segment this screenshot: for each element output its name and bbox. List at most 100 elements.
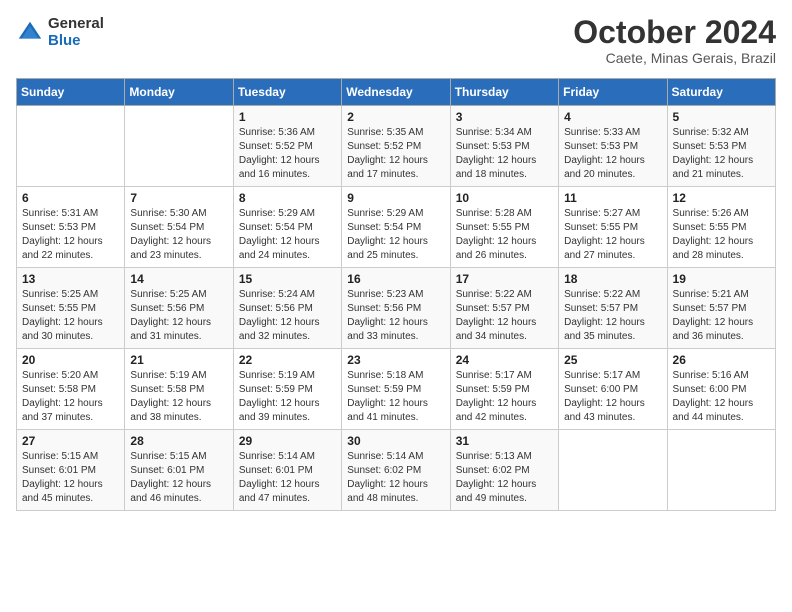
calendar-cell: 29 Sunrise: 5:14 AMSunset: 6:01 PMDaylig… — [233, 430, 341, 511]
logo-general: General — [48, 16, 104, 33]
calendar-cell — [125, 106, 233, 187]
calendar-cell: 26 Sunrise: 5:16 AMSunset: 6:00 PMDaylig… — [667, 349, 775, 430]
day-number: 30 — [347, 434, 444, 448]
calendar-cell: 12 Sunrise: 5:26 AMSunset: 5:55 PMDaylig… — [667, 187, 775, 268]
calendar-cell: 8 Sunrise: 5:29 AMSunset: 5:54 PMDayligh… — [233, 187, 341, 268]
week-row-2: 6 Sunrise: 5:31 AMSunset: 5:53 PMDayligh… — [17, 187, 776, 268]
day-number: 7 — [130, 191, 227, 205]
day-detail: Sunrise: 5:20 AMSunset: 5:58 PMDaylight:… — [22, 369, 119, 425]
month-title: October 2024 — [573, 16, 776, 48]
day-detail: Sunrise: 5:25 AMSunset: 5:56 PMDaylight:… — [130, 288, 227, 344]
header-day-tuesday: Tuesday — [233, 79, 341, 106]
header-row: SundayMondayTuesdayWednesdayThursdayFrid… — [17, 79, 776, 106]
day-detail: Sunrise: 5:15 AMSunset: 6:01 PMDaylight:… — [130, 450, 227, 506]
calendar-cell: 10 Sunrise: 5:28 AMSunset: 5:55 PMDaylig… — [450, 187, 558, 268]
day-detail: Sunrise: 5:31 AMSunset: 5:53 PMDaylight:… — [22, 207, 119, 263]
day-number: 12 — [673, 191, 770, 205]
day-detail: Sunrise: 5:18 AMSunset: 5:59 PMDaylight:… — [347, 369, 444, 425]
calendar-cell: 4 Sunrise: 5:33 AMSunset: 5:53 PMDayligh… — [559, 106, 667, 187]
week-row-5: 27 Sunrise: 5:15 AMSunset: 6:01 PMDaylig… — [17, 430, 776, 511]
day-detail: Sunrise: 5:29 AMSunset: 5:54 PMDaylight:… — [347, 207, 444, 263]
day-number: 17 — [456, 272, 553, 286]
header-day-sunday: Sunday — [17, 79, 125, 106]
week-row-1: 1 Sunrise: 5:36 AMSunset: 5:52 PMDayligh… — [17, 106, 776, 187]
header-day-monday: Monday — [125, 79, 233, 106]
header-day-friday: Friday — [559, 79, 667, 106]
logo-text: General Blue — [48, 16, 104, 49]
logo-blue: Blue — [48, 33, 104, 50]
header-day-saturday: Saturday — [667, 79, 775, 106]
day-number: 14 — [130, 272, 227, 286]
day-number: 8 — [239, 191, 336, 205]
day-number: 16 — [347, 272, 444, 286]
day-detail: Sunrise: 5:27 AMSunset: 5:55 PMDaylight:… — [564, 207, 661, 263]
calendar-cell: 24 Sunrise: 5:17 AMSunset: 5:59 PMDaylig… — [450, 349, 558, 430]
calendar-cell: 17 Sunrise: 5:22 AMSunset: 5:57 PMDaylig… — [450, 268, 558, 349]
day-number: 4 — [564, 110, 661, 124]
calendar-body: 1 Sunrise: 5:36 AMSunset: 5:52 PMDayligh… — [17, 106, 776, 511]
calendar-cell: 21 Sunrise: 5:19 AMSunset: 5:58 PMDaylig… — [125, 349, 233, 430]
day-detail: Sunrise: 5:16 AMSunset: 6:00 PMDaylight:… — [673, 369, 770, 425]
day-number: 2 — [347, 110, 444, 124]
page-header: General Blue October 2024 Caete, Minas G… — [16, 16, 776, 66]
calendar-cell: 20 Sunrise: 5:20 AMSunset: 5:58 PMDaylig… — [17, 349, 125, 430]
day-number: 3 — [456, 110, 553, 124]
calendar-cell: 31 Sunrise: 5:13 AMSunset: 6:02 PMDaylig… — [450, 430, 558, 511]
calendar-cell: 1 Sunrise: 5:36 AMSunset: 5:52 PMDayligh… — [233, 106, 341, 187]
logo: General Blue — [16, 16, 104, 49]
day-detail: Sunrise: 5:17 AMSunset: 5:59 PMDaylight:… — [456, 369, 553, 425]
logo-icon — [16, 19, 44, 47]
calendar-cell: 5 Sunrise: 5:32 AMSunset: 5:53 PMDayligh… — [667, 106, 775, 187]
day-number: 22 — [239, 353, 336, 367]
day-detail: Sunrise: 5:33 AMSunset: 5:53 PMDaylight:… — [564, 126, 661, 182]
day-detail: Sunrise: 5:28 AMSunset: 5:55 PMDaylight:… — [456, 207, 553, 263]
calendar-cell: 6 Sunrise: 5:31 AMSunset: 5:53 PMDayligh… — [17, 187, 125, 268]
day-detail: Sunrise: 5:22 AMSunset: 5:57 PMDaylight:… — [456, 288, 553, 344]
title-block: October 2024 Caete, Minas Gerais, Brazil — [573, 16, 776, 66]
day-number: 15 — [239, 272, 336, 286]
day-number: 27 — [22, 434, 119, 448]
day-detail: Sunrise: 5:15 AMSunset: 6:01 PMDaylight:… — [22, 450, 119, 506]
calendar-cell: 13 Sunrise: 5:25 AMSunset: 5:55 PMDaylig… — [17, 268, 125, 349]
calendar-cell — [667, 430, 775, 511]
day-detail: Sunrise: 5:32 AMSunset: 5:53 PMDaylight:… — [673, 126, 770, 182]
calendar-cell: 30 Sunrise: 5:14 AMSunset: 6:02 PMDaylig… — [342, 430, 450, 511]
day-detail: Sunrise: 5:22 AMSunset: 5:57 PMDaylight:… — [564, 288, 661, 344]
day-number: 13 — [22, 272, 119, 286]
week-row-4: 20 Sunrise: 5:20 AMSunset: 5:58 PMDaylig… — [17, 349, 776, 430]
day-number: 23 — [347, 353, 444, 367]
calendar-cell: 23 Sunrise: 5:18 AMSunset: 5:59 PMDaylig… — [342, 349, 450, 430]
day-detail: Sunrise: 5:19 AMSunset: 5:59 PMDaylight:… — [239, 369, 336, 425]
day-number: 5 — [673, 110, 770, 124]
calendar-cell — [559, 430, 667, 511]
day-number: 21 — [130, 353, 227, 367]
day-number: 1 — [239, 110, 336, 124]
location: Caete, Minas Gerais, Brazil — [573, 50, 776, 66]
day-number: 9 — [347, 191, 444, 205]
header-day-wednesday: Wednesday — [342, 79, 450, 106]
day-number: 10 — [456, 191, 553, 205]
calendar-cell: 27 Sunrise: 5:15 AMSunset: 6:01 PMDaylig… — [17, 430, 125, 511]
calendar-cell: 7 Sunrise: 5:30 AMSunset: 5:54 PMDayligh… — [125, 187, 233, 268]
day-number: 25 — [564, 353, 661, 367]
calendar-cell: 9 Sunrise: 5:29 AMSunset: 5:54 PMDayligh… — [342, 187, 450, 268]
day-detail: Sunrise: 5:29 AMSunset: 5:54 PMDaylight:… — [239, 207, 336, 263]
calendar-cell: 18 Sunrise: 5:22 AMSunset: 5:57 PMDaylig… — [559, 268, 667, 349]
calendar-cell: 15 Sunrise: 5:24 AMSunset: 5:56 PMDaylig… — [233, 268, 341, 349]
day-number: 19 — [673, 272, 770, 286]
day-number: 31 — [456, 434, 553, 448]
day-detail: Sunrise: 5:23 AMSunset: 5:56 PMDaylight:… — [347, 288, 444, 344]
calendar-cell — [17, 106, 125, 187]
week-row-3: 13 Sunrise: 5:25 AMSunset: 5:55 PMDaylig… — [17, 268, 776, 349]
day-detail: Sunrise: 5:21 AMSunset: 5:57 PMDaylight:… — [673, 288, 770, 344]
calendar-cell: 22 Sunrise: 5:19 AMSunset: 5:59 PMDaylig… — [233, 349, 341, 430]
day-detail: Sunrise: 5:35 AMSunset: 5:52 PMDaylight:… — [347, 126, 444, 182]
day-detail: Sunrise: 5:19 AMSunset: 5:58 PMDaylight:… — [130, 369, 227, 425]
calendar-cell: 11 Sunrise: 5:27 AMSunset: 5:55 PMDaylig… — [559, 187, 667, 268]
day-number: 20 — [22, 353, 119, 367]
day-number: 11 — [564, 191, 661, 205]
day-number: 26 — [673, 353, 770, 367]
day-number: 18 — [564, 272, 661, 286]
calendar-cell: 3 Sunrise: 5:34 AMSunset: 5:53 PMDayligh… — [450, 106, 558, 187]
calendar-cell: 2 Sunrise: 5:35 AMSunset: 5:52 PMDayligh… — [342, 106, 450, 187]
